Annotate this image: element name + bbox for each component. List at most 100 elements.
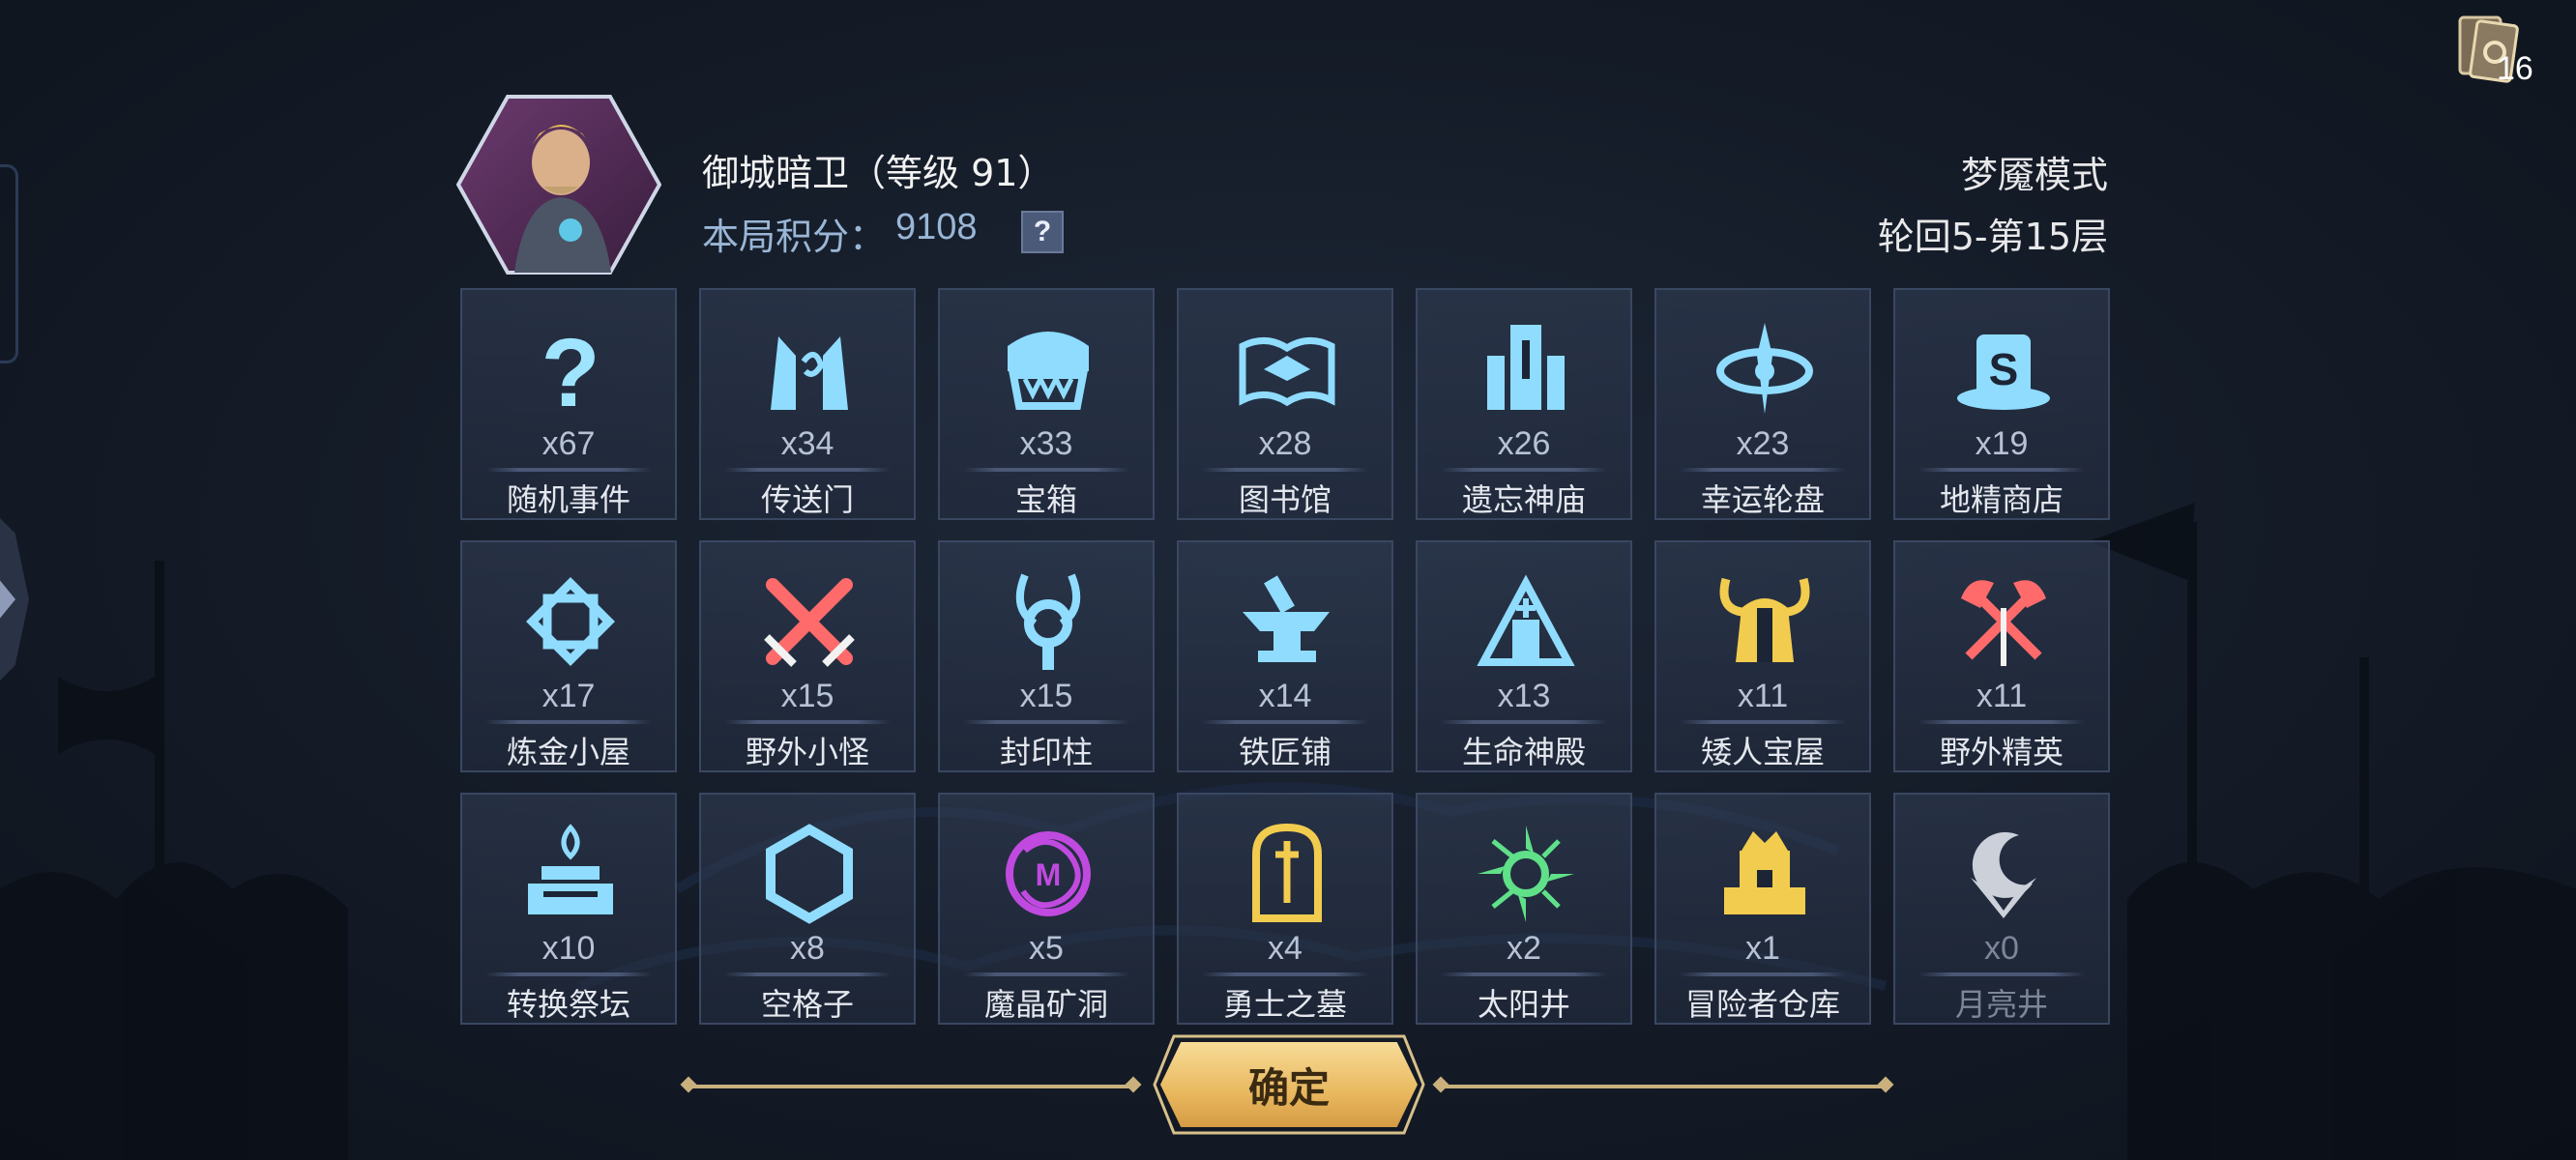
divider-right: [1441, 1085, 1886, 1088]
event-label: 地精商店: [1939, 481, 2064, 518]
left-side-tab[interactable]: [0, 164, 18, 363]
tile-divider: [1680, 720, 1846, 724]
event-tile[interactable]: x14 铁匠铺: [1177, 540, 1393, 772]
help-button[interactable]: ?: [1021, 211, 1064, 253]
event-tile[interactable]: x15 封印柱: [938, 540, 1155, 772]
event-tile[interactable]: x0 月亮井: [1893, 793, 2110, 1025]
event-tile[interactable]: Sx19 地精商店: [1893, 288, 2110, 520]
event-tile[interactable]: x34 传送门: [699, 288, 916, 520]
tile-divider: [1918, 972, 2085, 976]
game-mode: 梦魇模式: [1960, 154, 2108, 196]
tile-divider: [1918, 468, 2085, 472]
event-count: x15: [1019, 678, 1073, 714]
event-label: 随机事件: [506, 481, 630, 518]
event-tile[interactable]: x4 勇士之墓: [1177, 793, 1393, 1025]
event-label: 生命神殿: [1461, 734, 1586, 770]
event-label: 勇士之墓: [1222, 986, 1347, 1023]
event-count: x4: [1268, 930, 1303, 967]
divider-left: [688, 1085, 1133, 1088]
event-label: 魔晶矿洞: [983, 986, 1108, 1023]
event-count: x13: [1497, 678, 1551, 714]
tile-divider: [1441, 972, 1607, 976]
floor-progress: 轮回5-第15层: [1877, 216, 2108, 258]
tile-divider: [485, 720, 652, 724]
event-label: 封印柱: [999, 734, 1093, 770]
event-count: x17: [542, 678, 596, 714]
treasure-chest-icon: [996, 317, 1100, 421]
event-tile[interactable]: x28 图书馆: [1177, 288, 1393, 520]
event-label: 冒险者仓库: [1684, 986, 1840, 1023]
event-label: 遗忘神庙: [1461, 481, 1586, 518]
event-tile[interactable]: x33 宝箱: [938, 288, 1155, 520]
score-label: 本局积分：: [702, 216, 887, 258]
hero-portrait[interactable]: [455, 95, 662, 275]
tile-divider: [1680, 468, 1846, 472]
altar-icon: [518, 822, 623, 926]
event-label: 月亮井: [1954, 986, 2048, 1023]
score-value: 9108: [895, 207, 978, 247]
event-stats-grid: ? x67 随机事件 x34 传送门 x33 宝箱 x28 图书馆 x26 遗忘神庙 x23 幸运轮盘 S…: [460, 288, 2110, 1025]
event-count: x23: [1736, 425, 1790, 462]
event-tile[interactable]: x13 生命神殿: [1416, 540, 1632, 772]
dwarf-helmet-icon: [1712, 569, 1817, 674]
svg-text:S: S: [1989, 344, 2019, 394]
event-tile[interactable]: x11 野外精英: [1893, 540, 2110, 772]
expand-arrow-icon[interactable]: [0, 512, 29, 686]
warehouse-icon: [1712, 822, 1817, 926]
portal-icon: [757, 317, 862, 421]
event-tile[interactable]: Mx5 魔晶矿洞: [938, 793, 1155, 1025]
event-tile[interactable]: x10 转换祭坛: [460, 793, 677, 1025]
tombstone-icon: [1235, 822, 1339, 926]
event-label: 野外精英: [1939, 734, 2064, 770]
crystal-mine-icon: M: [996, 822, 1100, 926]
temple-icon: [1474, 317, 1578, 421]
tile-divider: [1441, 720, 1607, 724]
tile-divider: [963, 720, 1129, 724]
event-label: 炼金小屋: [506, 734, 630, 770]
tile-divider: [724, 468, 891, 472]
event-tile[interactable]: ? x67 随机事件: [460, 288, 677, 520]
event-count: x67: [542, 425, 596, 462]
event-tile[interactable]: x17 炼金小屋: [460, 540, 677, 772]
tile-divider: [1918, 720, 2085, 724]
event-count: x33: [1019, 425, 1073, 462]
event-label: 图书馆: [1238, 481, 1332, 518]
tile-divider: [1202, 720, 1368, 724]
anvil-icon: [1235, 569, 1339, 674]
event-count: x11: [1737, 678, 1789, 714]
event-count: x0: [1984, 930, 2019, 967]
event-tile[interactable]: x1 冒险者仓库: [1654, 793, 1871, 1025]
tile-divider: [1202, 468, 1368, 472]
event-label: 矮人宝屋: [1700, 734, 1825, 770]
event-tile[interactable]: x8 空格子: [699, 793, 916, 1025]
svg-text:?: ?: [541, 319, 600, 421]
tile-divider: [485, 468, 652, 472]
seal-pillar-icon: [996, 569, 1100, 674]
event-count: x19: [1975, 425, 2029, 462]
tile-divider: [724, 720, 891, 724]
goblin-shop-icon: S: [1951, 317, 2056, 421]
event-label: 空格子: [760, 986, 854, 1023]
alchemy-icon: [518, 569, 623, 674]
hexagon-icon: [757, 822, 862, 926]
event-tile[interactable]: x23 幸运轮盘: [1654, 288, 1871, 520]
event-label: 传送门: [760, 481, 854, 518]
confirm-button-wrapper: 确定: [1153, 1034, 1425, 1135]
event-tile[interactable]: x11 矮人宝屋: [1654, 540, 1871, 772]
wheel-icon: [1712, 317, 1817, 421]
event-count: x11: [1976, 678, 2028, 714]
tile-divider: [1202, 972, 1368, 976]
event-count: x1: [1745, 930, 1780, 967]
event-tile[interactable]: x15 野外小怪: [699, 540, 916, 772]
event-tile[interactable]: x26 遗忘神庙: [1416, 288, 1632, 520]
tile-divider: [485, 972, 652, 976]
event-count: x2: [1507, 930, 1541, 967]
event-count: x8: [790, 930, 825, 967]
event-count: x26: [1497, 425, 1551, 462]
confirm-button[interactable]: 确定: [1160, 1042, 1418, 1127]
tile-divider: [963, 468, 1129, 472]
event-tile[interactable]: x2 太阳井: [1416, 793, 1632, 1025]
event-count: x28: [1258, 425, 1312, 462]
event-label: 野外小怪: [745, 734, 869, 770]
event-count: x34: [780, 425, 834, 462]
